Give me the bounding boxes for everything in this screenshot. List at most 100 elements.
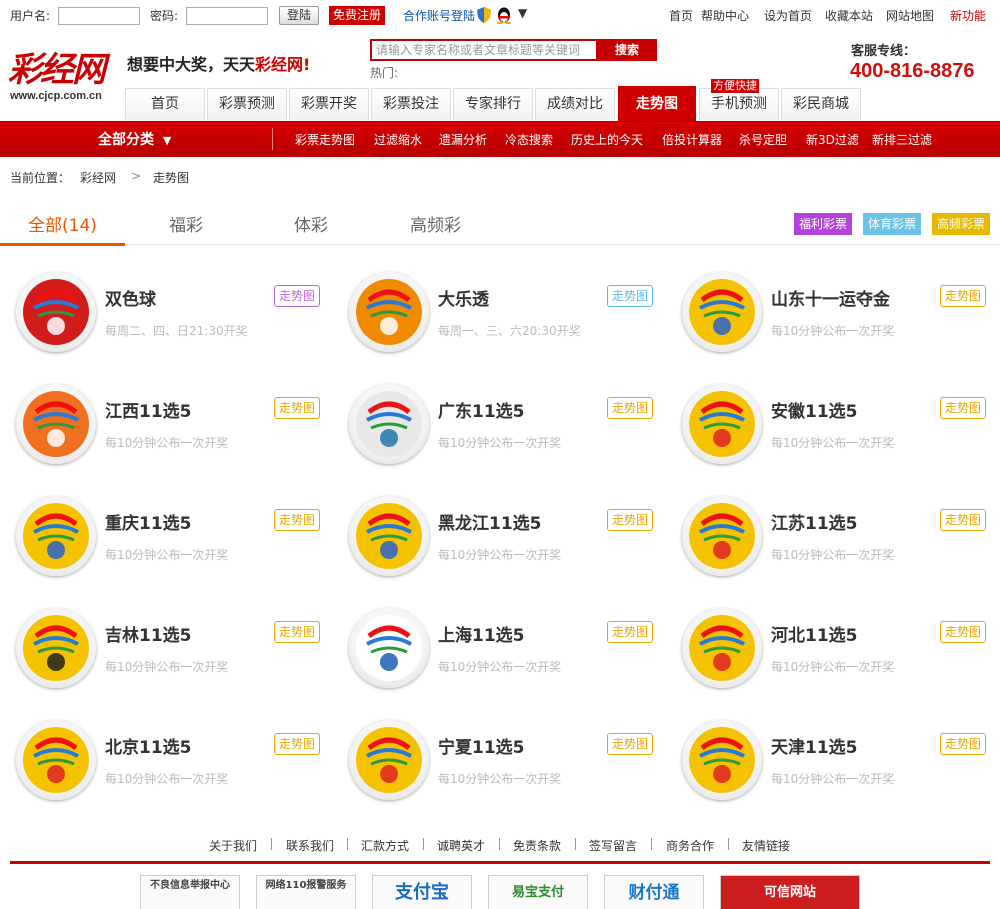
sd11-logo-icon[interactable]	[682, 272, 762, 352]
lottery-card[interactable]: 山东十一运夺金 每10分钟公布一次开奖 走势图	[682, 272, 1000, 372]
badge-yeepay[interactable]: 易宝支付	[488, 875, 588, 909]
sublink-missing-analysis[interactable]: 遗漏分析	[439, 131, 487, 148]
jx11x5-logo-icon[interactable]	[16, 384, 96, 464]
register-button[interactable]: 免费注册	[329, 6, 385, 25]
site-logo[interactable]: 彩经网 www.cjcp.com.cn	[8, 42, 120, 108]
nav-tab-experts[interactable]: 专家排行	[453, 88, 533, 120]
toplink-home[interactable]: 首页	[669, 7, 693, 24]
nav-tab-prediction[interactable]: 彩票预测	[207, 88, 287, 120]
nav-tab-betting[interactable]: 彩票投注	[371, 88, 451, 120]
lottery-name[interactable]: 吉林11选5	[105, 621, 192, 646]
hlj11x5-logo-icon[interactable]	[349, 496, 429, 576]
breadcrumb-home[interactable]: 彩经网	[80, 169, 116, 186]
lottery-name[interactable]: 江苏11选5	[771, 509, 858, 534]
lottery-card[interactable]: 江苏11选5 每10分钟公布一次开奖 走势图	[682, 496, 1000, 596]
footer-disclaimer[interactable]: 免责条款	[513, 837, 561, 854]
lottery-name[interactable]: 上海11选5	[438, 621, 525, 646]
sublink-3d-filter[interactable]: 新3D过滤	[806, 131, 859, 148]
sublink-p3-filter[interactable]: 新排三过滤	[872, 131, 932, 148]
trend-chart-button[interactable]: 走势图	[940, 621, 986, 643]
lottery-name[interactable]: 江西11选5	[105, 397, 192, 422]
footer-contact[interactable]: 联系我们	[286, 837, 334, 854]
bj11x5-logo-icon[interactable]	[16, 720, 96, 800]
search-button[interactable]: 搜索	[597, 39, 657, 61]
trend-chart-button[interactable]: 走势图	[607, 397, 653, 419]
dlt-logo-icon[interactable]	[349, 272, 429, 352]
pill-high-freq-lottery[interactable]: 高频彩票	[932, 213, 990, 235]
lottery-name[interactable]: 大乐透	[438, 285, 489, 310]
lottery-card[interactable]: 北京11选5 每10分钟公布一次开奖 走势图	[16, 720, 336, 820]
lottery-card[interactable]: 天津11选5 每10分钟公布一次开奖 走势图	[682, 720, 1000, 820]
trend-chart-button[interactable]: 走势图	[274, 509, 320, 531]
footer-jobs[interactable]: 诚聘英才	[437, 837, 485, 854]
tab-all[interactable]: 全部(14)	[28, 211, 97, 236]
lottery-card[interactable]: 双色球 每周二、四、日21:30开奖 走势图	[16, 272, 336, 372]
chevron-down-icon[interactable]: ▼	[518, 6, 527, 20]
sublink-multiplier-calc[interactable]: 倍投计算器	[662, 131, 722, 148]
shield-icon[interactable]	[477, 7, 491, 23]
pill-sports-lottery[interactable]: 体育彩票	[863, 213, 921, 235]
nav-tab-trends[interactable]: 走势图	[618, 86, 696, 122]
trend-chart-button[interactable]: 走势图	[274, 733, 320, 755]
lottery-card[interactable]: 安徽11选5 每10分钟公布一次开奖 走势图	[682, 384, 1000, 484]
nav-tab-compare[interactable]: 成绩对比	[535, 88, 615, 120]
gd11x5-logo-icon[interactable]	[349, 384, 429, 464]
lottery-name[interactable]: 双色球	[105, 285, 156, 310]
tab-gaopin[interactable]: 高频彩	[410, 211, 461, 236]
all-categories-button[interactable]: 全部分类 ▼	[98, 129, 171, 149]
lottery-card[interactable]: 重庆11选5 每10分钟公布一次开奖 走势图	[16, 496, 336, 596]
lottery-card[interactable]: 广东11选5 每10分钟公布一次开奖 走势图	[349, 384, 669, 484]
tab-fucai[interactable]: 福彩	[169, 211, 203, 236]
lottery-card[interactable]: 河北11选5 每10分钟公布一次开奖 走势图	[682, 608, 1000, 708]
js11x5-logo-icon[interactable]	[682, 496, 762, 576]
username-input[interactable]	[58, 7, 140, 25]
lottery-name[interactable]: 山东十一运夺金	[771, 285, 890, 310]
toplink-set-home[interactable]: 设为首页	[764, 7, 812, 24]
trend-chart-button[interactable]: 走势图	[607, 285, 653, 307]
badge-report-center[interactable]: 不良信息举报中心	[140, 875, 240, 909]
trend-chart-button[interactable]: 走势图	[607, 621, 653, 643]
sublink-trend-chart[interactable]: 彩票走势图	[295, 131, 355, 148]
sublink-history-today[interactable]: 历史上的今天	[571, 131, 643, 148]
trend-chart-button[interactable]: 走势图	[940, 733, 986, 755]
footer-friend-links[interactable]: 友情链接	[742, 837, 790, 854]
sublink-kill-number[interactable]: 杀号定胆	[739, 131, 787, 148]
sublink-cold-search[interactable]: 冷态搜索	[505, 131, 553, 148]
tj11x5-logo-icon[interactable]	[682, 720, 762, 800]
password-input[interactable]	[186, 7, 268, 25]
nav-tab-mall[interactable]: 彩民商城	[781, 88, 861, 120]
sh11x5-logo-icon[interactable]	[349, 608, 429, 688]
hb11x5-logo-icon[interactable]	[682, 608, 762, 688]
trend-chart-button[interactable]: 走势图	[274, 397, 320, 419]
trend-chart-button[interactable]: 走势图	[940, 509, 986, 531]
toplink-new-feature[interactable]: 新功能	[950, 7, 986, 24]
lottery-name[interactable]: 河北11选5	[771, 621, 858, 646]
partner-login-link[interactable]: 合作账号登陆	[403, 7, 475, 24]
lottery-name[interactable]: 宁夏11选5	[438, 733, 525, 758]
search-input[interactable]: 请输入专家名称或者文章标题等关键词	[370, 39, 598, 61]
lottery-card[interactable]: 宁夏11选5 每10分钟公布一次开奖 走势图	[349, 720, 669, 820]
nav-tab-home[interactable]: 首页	[125, 88, 205, 120]
pill-welfare-lottery[interactable]: 福利彩票	[794, 213, 852, 235]
lottery-name[interactable]: 北京11选5	[105, 733, 192, 758]
nx11x5-logo-icon[interactable]	[349, 720, 429, 800]
ssq-logo-icon[interactable]	[16, 272, 96, 352]
trend-chart-button[interactable]: 走势图	[940, 285, 986, 307]
footer-remittance[interactable]: 汇款方式	[361, 837, 409, 854]
lottery-card[interactable]: 江西11选5 每10分钟公布一次开奖 走势图	[16, 384, 336, 484]
trend-chart-button[interactable]: 走势图	[607, 733, 653, 755]
toplink-sitemap[interactable]: 网站地图	[886, 7, 934, 24]
nav-tab-results[interactable]: 彩票开奖	[289, 88, 369, 120]
cq11x5-logo-icon[interactable]	[16, 496, 96, 576]
toplink-bookmark[interactable]: 收藏本站	[825, 7, 873, 24]
toplink-help[interactable]: 帮助中心	[701, 7, 749, 24]
trend-chart-button[interactable]: 走势图	[607, 509, 653, 531]
trend-chart-button[interactable]: 走势图	[274, 285, 320, 307]
sublink-filter[interactable]: 过滤缩水	[374, 131, 422, 148]
lottery-name[interactable]: 黑龙江11选5	[438, 509, 542, 534]
trend-chart-button[interactable]: 走势图	[940, 397, 986, 419]
badge-alipay[interactable]: 支付宝	[372, 875, 472, 909]
badge-police-110[interactable]: 网络110报警服务	[256, 875, 356, 909]
badge-trusted-site[interactable]: 可信网站	[720, 875, 860, 909]
lottery-name[interactable]: 安徽11选5	[771, 397, 858, 422]
